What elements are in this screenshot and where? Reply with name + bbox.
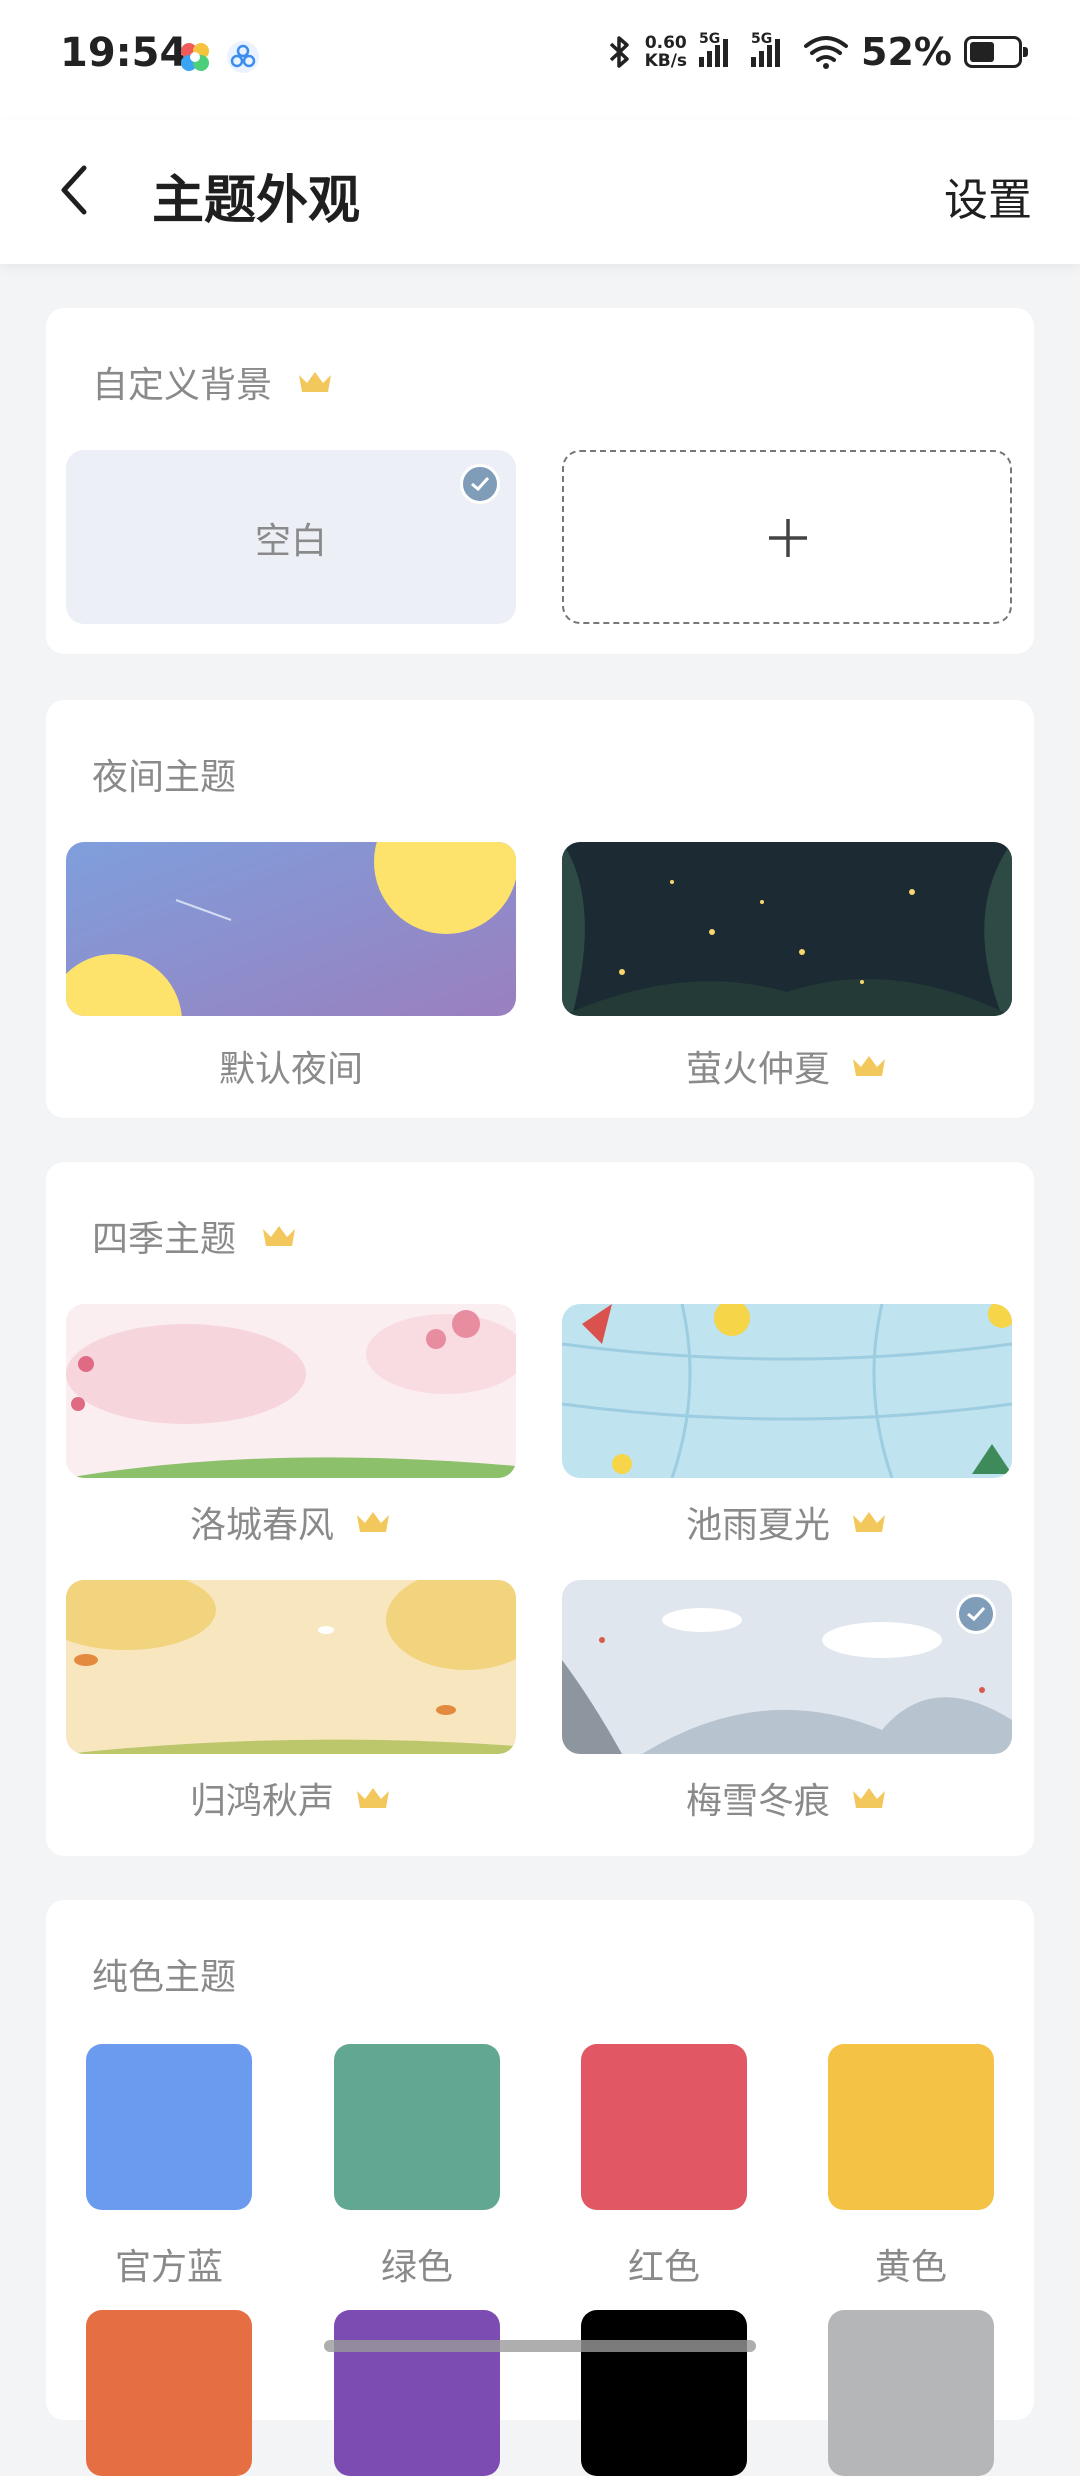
crown-icon — [853, 1788, 885, 1808]
swatch-red-label: 红色 — [627, 2247, 700, 2288]
season-themes-title: 四季主题 — [92, 1210, 298, 1262]
cloud-app-icon — [227, 41, 259, 73]
app-notification-icon — [181, 43, 209, 71]
season-themes-title-text: 四季主题 — [92, 1219, 237, 1260]
blank-label: 空白 — [254, 521, 327, 562]
top-app-bar: 主题外观 设置 — [0, 120, 1080, 264]
night-theme-firefly-name: 萤火仲夏 — [685, 1049, 830, 1090]
back-button[interactable] — [52, 160, 112, 220]
night-theme-firefly-label: 萤火仲夏 — [562, 1040, 1012, 1092]
spring-theme-label: 洛城春风 — [66, 1496, 516, 1548]
solid-themes-title-text: 纯色主题 — [92, 1957, 237, 1998]
net-speed: 0.60 KB/s — [645, 34, 687, 70]
swatch-orange[interactable] — [86, 2310, 252, 2476]
summer-theme-name: 池雨夏光 — [685, 1505, 830, 1546]
bluetooth-icon — [609, 36, 629, 68]
status-bar: 19:54 0.60 KB/s 5G 5G 52% — [0, 0, 1080, 120]
swatch-green-label: 绿色 — [380, 2247, 453, 2288]
add-custom-background-button[interactable] — [562, 450, 1012, 624]
wifi-icon — [804, 36, 849, 69]
settings-button[interactable]: 设置 — [944, 164, 1032, 228]
custom-background-card: 自定义背景 空白 — [46, 308, 1034, 654]
winter-theme-label: 梅雪冬痕 — [562, 1772, 1012, 1824]
page-title: 主题外观 — [152, 171, 361, 231]
night-theme-default-name: 默认夜间 — [218, 1049, 363, 1090]
night-theme-firefly-thumbnail[interactable] — [562, 842, 1012, 1016]
swatch-official-blue-label: 官方蓝 — [114, 2247, 223, 2288]
autumn-theme-name: 归鸿秋声 — [189, 1781, 334, 1822]
swatch-gray[interactable] — [828, 2310, 994, 2476]
swatch-yellow-label: 黄色 — [874, 2247, 947, 2288]
swatch-red[interactable] — [581, 2044, 747, 2210]
crown-icon — [357, 1512, 389, 1532]
crown-icon — [853, 1056, 885, 1076]
status-time: 19:54 — [60, 30, 188, 76]
night-theme-default-label: 默认夜间 — [66, 1040, 516, 1092]
custom-background-title-text: 自定义背景 — [92, 365, 273, 406]
night-theme-default-thumbnail[interactable] — [66, 842, 516, 1016]
summer-theme-label: 池雨夏光 — [562, 1496, 1012, 1548]
plus-icon — [769, 519, 807, 557]
battery-icon — [964, 36, 1028, 68]
swatch-green[interactable] — [334, 2044, 500, 2210]
winter-theme-thumbnail[interactable] — [562, 1580, 1012, 1754]
crown-icon — [299, 372, 332, 392]
signal-type-1: 5G — [699, 31, 721, 47]
spring-theme-thumbnail[interactable] — [66, 1304, 516, 1478]
net-speed-value: 0.60 — [644, 33, 687, 53]
spring-theme-name: 洛城春风 — [189, 1505, 334, 1546]
crown-icon — [357, 1788, 389, 1808]
crown-icon — [853, 1512, 885, 1532]
swatch-purple[interactable] — [334, 2310, 500, 2476]
net-speed-unit: KB/s — [644, 51, 688, 71]
winter-theme-name: 梅雪冬痕 — [685, 1781, 830, 1822]
crown-icon — [263, 1226, 296, 1246]
blank-background-option[interactable]: 空白 — [66, 450, 516, 624]
signal-strength-2: 5G — [751, 31, 791, 67]
night-themes-title-text: 夜间主题 — [92, 757, 237, 798]
custom-background-title: 自定义背景 — [92, 356, 334, 408]
summer-theme-thumbnail[interactable] — [562, 1304, 1012, 1478]
night-themes-card: 夜间主题 默认夜间 萤火仲夏 — [46, 700, 1034, 1118]
swatch-yellow[interactable] — [828, 2044, 994, 2210]
selected-check-icon — [956, 1594, 996, 1634]
autumn-theme-thumbnail[interactable] — [66, 1580, 516, 1754]
signal-type-2: 5G — [751, 31, 773, 47]
autumn-theme-label: 归鸿秋声 — [66, 1772, 516, 1824]
home-indicator[interactable] — [324, 2340, 756, 2352]
selected-check-icon — [460, 464, 500, 504]
battery-percent: 52% — [861, 30, 952, 74]
season-themes-card: 四季主题 洛城春风 池雨夏光 归鸿秋声 梅雪冬痕 — [46, 1162, 1034, 1856]
swatch-official-blue[interactable] — [86, 2044, 252, 2210]
night-themes-title: 夜间主题 — [92, 748, 236, 800]
swatch-black[interactable] — [581, 2310, 747, 2476]
solid-themes-title: 纯色主题 — [92, 1948, 236, 2000]
signal-strength-1: 5G — [699, 31, 739, 67]
